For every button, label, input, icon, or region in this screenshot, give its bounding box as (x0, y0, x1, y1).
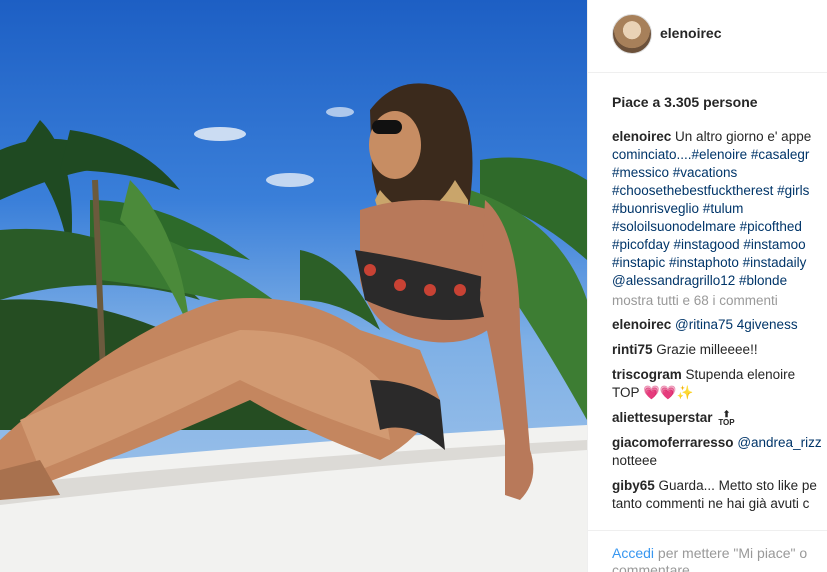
comment-text: @andrea_rizz (737, 435, 822, 450)
comment-text-continued: notteee (612, 453, 658, 468)
comment-username[interactable]: aliettesuperstar (612, 410, 713, 425)
caption-line-8[interactable]: @alessandragrillo12 #blonde (612, 272, 827, 290)
likes-count[interactable]: Piace a 3.305 persone (612, 94, 758, 110)
comment-username[interactable]: rinti75 (612, 342, 653, 357)
caption-line-5[interactable]: #soloilsuonodelmare #picofthed (612, 218, 827, 236)
caption-line-1[interactable]: cominciato....#elenoire #casalegr (612, 146, 827, 164)
comment-item: aliettesuperstar ⬆ TOP (612, 409, 827, 427)
comment-username[interactable]: giby65 (612, 478, 655, 493)
login-link[interactable]: Accedi (612, 545, 654, 561)
login-text: Accedi per mettere "Mi piace" o commenta… (612, 545, 827, 572)
comment-item: elenoirec @ritina75 4giveness (612, 316, 827, 334)
comment-text: Stupenda elenoire (685, 367, 796, 382)
top-emoji-icon: ⬆ TOP (718, 408, 735, 427)
comment-item: giacomoferraresso @andrea_rizz notteee (612, 434, 827, 470)
post-sidebar: elenoirec Piace a 3.305 persone elenoire… (587, 0, 827, 572)
post-photo[interactable] (0, 0, 587, 572)
caption-line-6[interactable]: #picofday #instagood #instamoo (612, 236, 827, 254)
caption-username[interactable]: elenoirec (612, 129, 671, 144)
comment-emoji-line: TOP 💗💗✨ (612, 385, 694, 400)
comment-username[interactable]: elenoirec (612, 317, 671, 332)
post-username[interactable]: elenoirec (660, 25, 721, 41)
caption: elenoirec Un altro giorno e' appe (612, 128, 827, 146)
post-header: elenoirec (588, 0, 827, 73)
comment-item: triscogram Stupenda elenoire TOP 💗💗✨ (612, 366, 827, 402)
comment-text: @ritina75 4giveness (675, 317, 798, 332)
caption-line-0: Un altro giorno e' appe (675, 129, 812, 144)
comment-list: elenoirec Un altro giorno e' appe cominc… (612, 128, 827, 520)
beach-photo-illustration (0, 83, 587, 572)
login-prompt: Accedi per mettere "Mi piace" o commenta… (588, 530, 827, 572)
comment-text: Guarda... Metto sto like pe (658, 478, 817, 493)
caption-line-2[interactable]: #messico #vacations (612, 164, 827, 182)
caption-line-3[interactable]: #choosethebestfucktherest #girls (612, 182, 827, 200)
caption-line-4[interactable]: #buonrisveglio #tulum (612, 200, 827, 218)
comment-username[interactable]: giacomoferraresso (612, 435, 734, 450)
comment-item: giby65 Guarda... Metto sto like pe tanto… (612, 477, 827, 513)
show-all-comments-link[interactable]: mostra tutti e 68 i commenti (612, 292, 827, 310)
caption-line-7[interactable]: #instapic #instaphoto #instadaily (612, 254, 827, 272)
comment-text-continued: tanto commenti ne hai già avuti c (612, 496, 810, 511)
avatar[interactable] (612, 14, 652, 54)
comment-text: Grazie milleeee!! (656, 342, 758, 357)
comment-username[interactable]: triscogram (612, 367, 682, 382)
comment-item: rinti75 Grazie milleeee!! (612, 341, 827, 359)
